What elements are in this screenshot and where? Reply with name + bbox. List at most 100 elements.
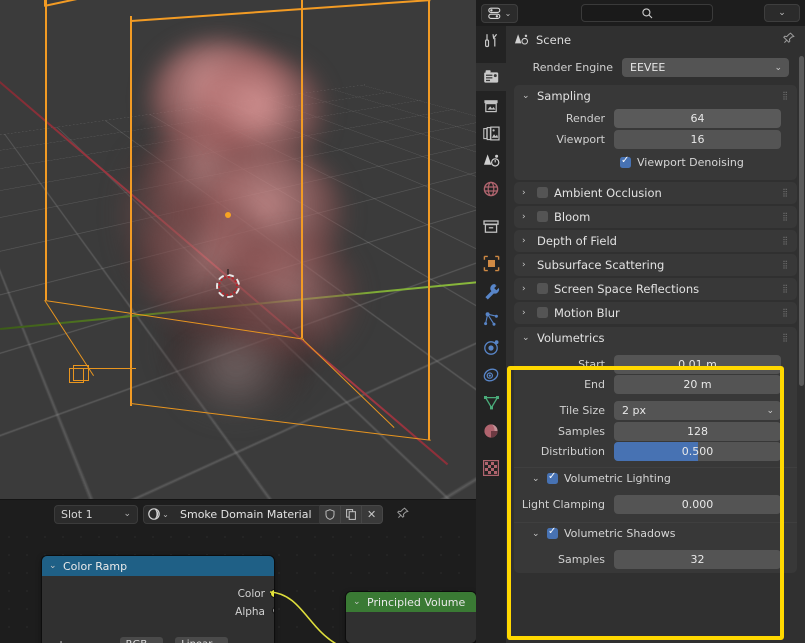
chevron-down-icon[interactable]: ⌄ [100,640,108,643]
sidebar-item-particles[interactable] [476,305,506,333]
chevron-right-icon[interactable]: › [522,284,531,294]
vertical-scrollbar[interactable] [799,56,804,386]
checkbox-icon[interactable] [547,471,558,484]
chevron-down-icon[interactable]: ⌄ [532,474,541,484]
chevron-right-icon[interactable]: › [522,212,531,222]
checkbox-icon[interactable] [620,155,631,168]
node-output-alpha[interactable]: Alpha [42,603,274,621]
sidebar-item-view-layer[interactable] [476,119,506,147]
panel-header-volumetrics[interactable]: ⌄ Volumetrics ⣿ [514,327,797,349]
node-output-color[interactable]: Color [42,585,274,603]
editor-type-button[interactable]: ⌄ [481,3,518,23]
minus-icon[interactable]: − [78,638,88,643]
chevron-down-icon[interactable]: ⌄ [353,597,362,607]
chevron-down-icon[interactable]: ⌄ [522,333,531,343]
sidebar-item-constraints[interactable] [476,361,506,389]
chevron-down-icon[interactable]: ⌄ [532,529,541,539]
pin-icon[interactable] [782,32,795,48]
sidebar-item-material[interactable] [476,417,506,445]
drag-grip-icon[interactable]: ⣿ [782,92,789,100]
chevron-right-icon[interactable]: › [522,236,531,246]
drag-grip-icon[interactable]: ⣿ [782,333,789,341]
search-input[interactable] [581,4,713,22]
sidebar-item-world[interactable] [476,175,506,203]
subpanel-header-volumetric-shadows[interactable]: ⌄ Volumetric Shadows [514,522,797,544]
sidebar-item-scene[interactable] [476,147,506,175]
field-row-samples: Samples 128 [514,421,797,441]
fake-user-shield-button[interactable] [319,504,341,524]
panel-depth-of-field[interactable]: › Depth of Field ⣿ [514,229,797,252]
sidebar-item-object-data[interactable] [476,389,506,417]
volumetrics-tile-size-dropdown[interactable]: 2 px ⌄ [614,401,781,420]
panel-header-motion-blur[interactable]: › Motion Blur ⣿ [514,302,797,324]
panel-screen-space-reflections[interactable]: › Screen Space Reflections ⣿ [514,277,797,300]
panel-motion-blur[interactable]: › Motion Blur ⣿ [514,301,797,324]
drag-grip-icon[interactable]: ⣿ [782,284,789,292]
sidebar-item-texture[interactable] [476,454,506,482]
interpolation-dropdown[interactable]: Linear ⌄ [175,637,229,643]
panel-subsurface-scattering[interactable]: › Subsurface Scattering ⣿ [514,253,797,276]
panel-header-screen-space-reflections[interactable]: › Screen Space Reflections ⣿ [514,278,797,300]
chevron-right-icon[interactable]: › [522,188,531,198]
node-color-ramp[interactable]: ⌄ Color Ramp Color Alpha + − ⌄ [42,556,274,643]
volumetrics-distribution-slider[interactable]: 0.500 [614,442,781,461]
filter-options-button[interactable]: ⌄ [764,4,800,22]
checkbox-icon[interactable] [537,187,548,198]
chevron-down-icon[interactable]: ⌄ [522,91,531,101]
new-material-copy-button[interactable] [340,504,362,524]
sidebar-item-modifiers[interactable] [476,277,506,305]
volumetrics-samples-field[interactable]: 128 [614,421,781,441]
panel-bloom[interactable]: › Bloom ⣿ [514,205,797,228]
pin-icon[interactable] [396,505,409,524]
chevron-down-icon[interactable]: ⌄ [49,561,58,571]
shadow-samples-field[interactable]: 32 [614,550,781,569]
node-header[interactable]: ⌄ Principled Volume [346,592,476,612]
drag-grip-icon[interactable]: ⣿ [782,212,789,220]
panel-header-ambient-occlusion[interactable]: › Ambient Occlusion ⣿ [514,182,797,204]
panel-ambient-occlusion[interactable]: › Ambient Occlusion ⣿ [514,181,797,204]
properties-scroll-area[interactable]: Scene Render Engine EEVEE ⌄ ⌄ Sampling ⣿… [506,26,805,643]
shader-editor[interactable]: Slot 1 ⌄ ⌄ Smoke Domain Material ✕ ⌄ Col… [0,500,476,643]
plus-icon[interactable]: + [56,638,66,643]
drag-grip-icon[interactable]: ⣿ [782,260,789,268]
subpanel-header-volumetric-lighting[interactable]: ⌄ Volumetric Lighting [514,467,797,489]
sidebar-item-render[interactable] [476,63,506,91]
render-samples-field[interactable]: 64 [614,109,781,128]
volumetrics-start-field[interactable]: 0.01 m [614,354,781,374]
panel-header-sampling[interactable]: ⌄ Sampling ⣿ [514,85,797,107]
panel-header-depth-of-field[interactable]: › Depth of Field ⣿ [514,230,797,252]
unlink-material-button[interactable]: ✕ [361,504,383,524]
checkbox-icon[interactable] [547,526,558,539]
material-slot-selector[interactable]: Slot 1 ⌄ [54,504,138,524]
drag-grip-icon[interactable]: ⣿ [782,236,789,244]
light-clamping-field[interactable]: 0.000 [614,495,781,514]
chevron-right-icon[interactable]: › [522,260,531,270]
socket-color[interactable] [269,589,274,598]
field-label: Light Clamping [521,498,605,511]
panel-header-subsurface-scattering[interactable]: › Subsurface Scattering ⣿ [514,254,797,276]
checkbox-icon[interactable] [537,211,548,222]
render-engine-dropdown[interactable]: EEVEE ⌄ [622,58,789,77]
sidebar-item-collection[interactable] [476,212,506,240]
3d-viewport[interactable] [0,0,476,500]
volumetrics-end-field[interactable]: 20 m [614,375,781,394]
socket-alpha[interactable] [271,607,274,614]
color-mode-dropdown[interactable]: RGB ⌄ [119,637,164,643]
sidebar-item-physics[interactable] [476,333,506,361]
panel-header-bloom[interactable]: › Bloom ⣿ [514,206,797,228]
material-browse-button[interactable]: ⌄ [143,504,173,524]
chevron-right-icon[interactable]: › [522,308,531,318]
checkbox-icon[interactable] [537,307,548,318]
sidebar-item-tool[interactable] [476,26,506,54]
domain-corner-gizmo[interactable] [69,365,89,383]
node-header[interactable]: ⌄ Color Ramp [42,556,274,576]
material-name-field[interactable]: Smoke Domain Material [173,504,320,524]
node-principled-volume[interactable]: ⌄ Principled Volume [346,592,476,643]
checkbox-icon[interactable] [537,283,548,294]
drag-grip-icon[interactable]: ⣿ [782,188,789,196]
drag-grip-icon[interactable]: ⣿ [782,308,789,316]
viewport-samples-field[interactable]: 16 [614,129,781,149]
checkbox-row-viewport-denoising[interactable]: Viewport Denoising [514,153,797,173]
sidebar-item-object[interactable] [476,249,506,277]
sidebar-item-output[interactable] [476,91,506,119]
